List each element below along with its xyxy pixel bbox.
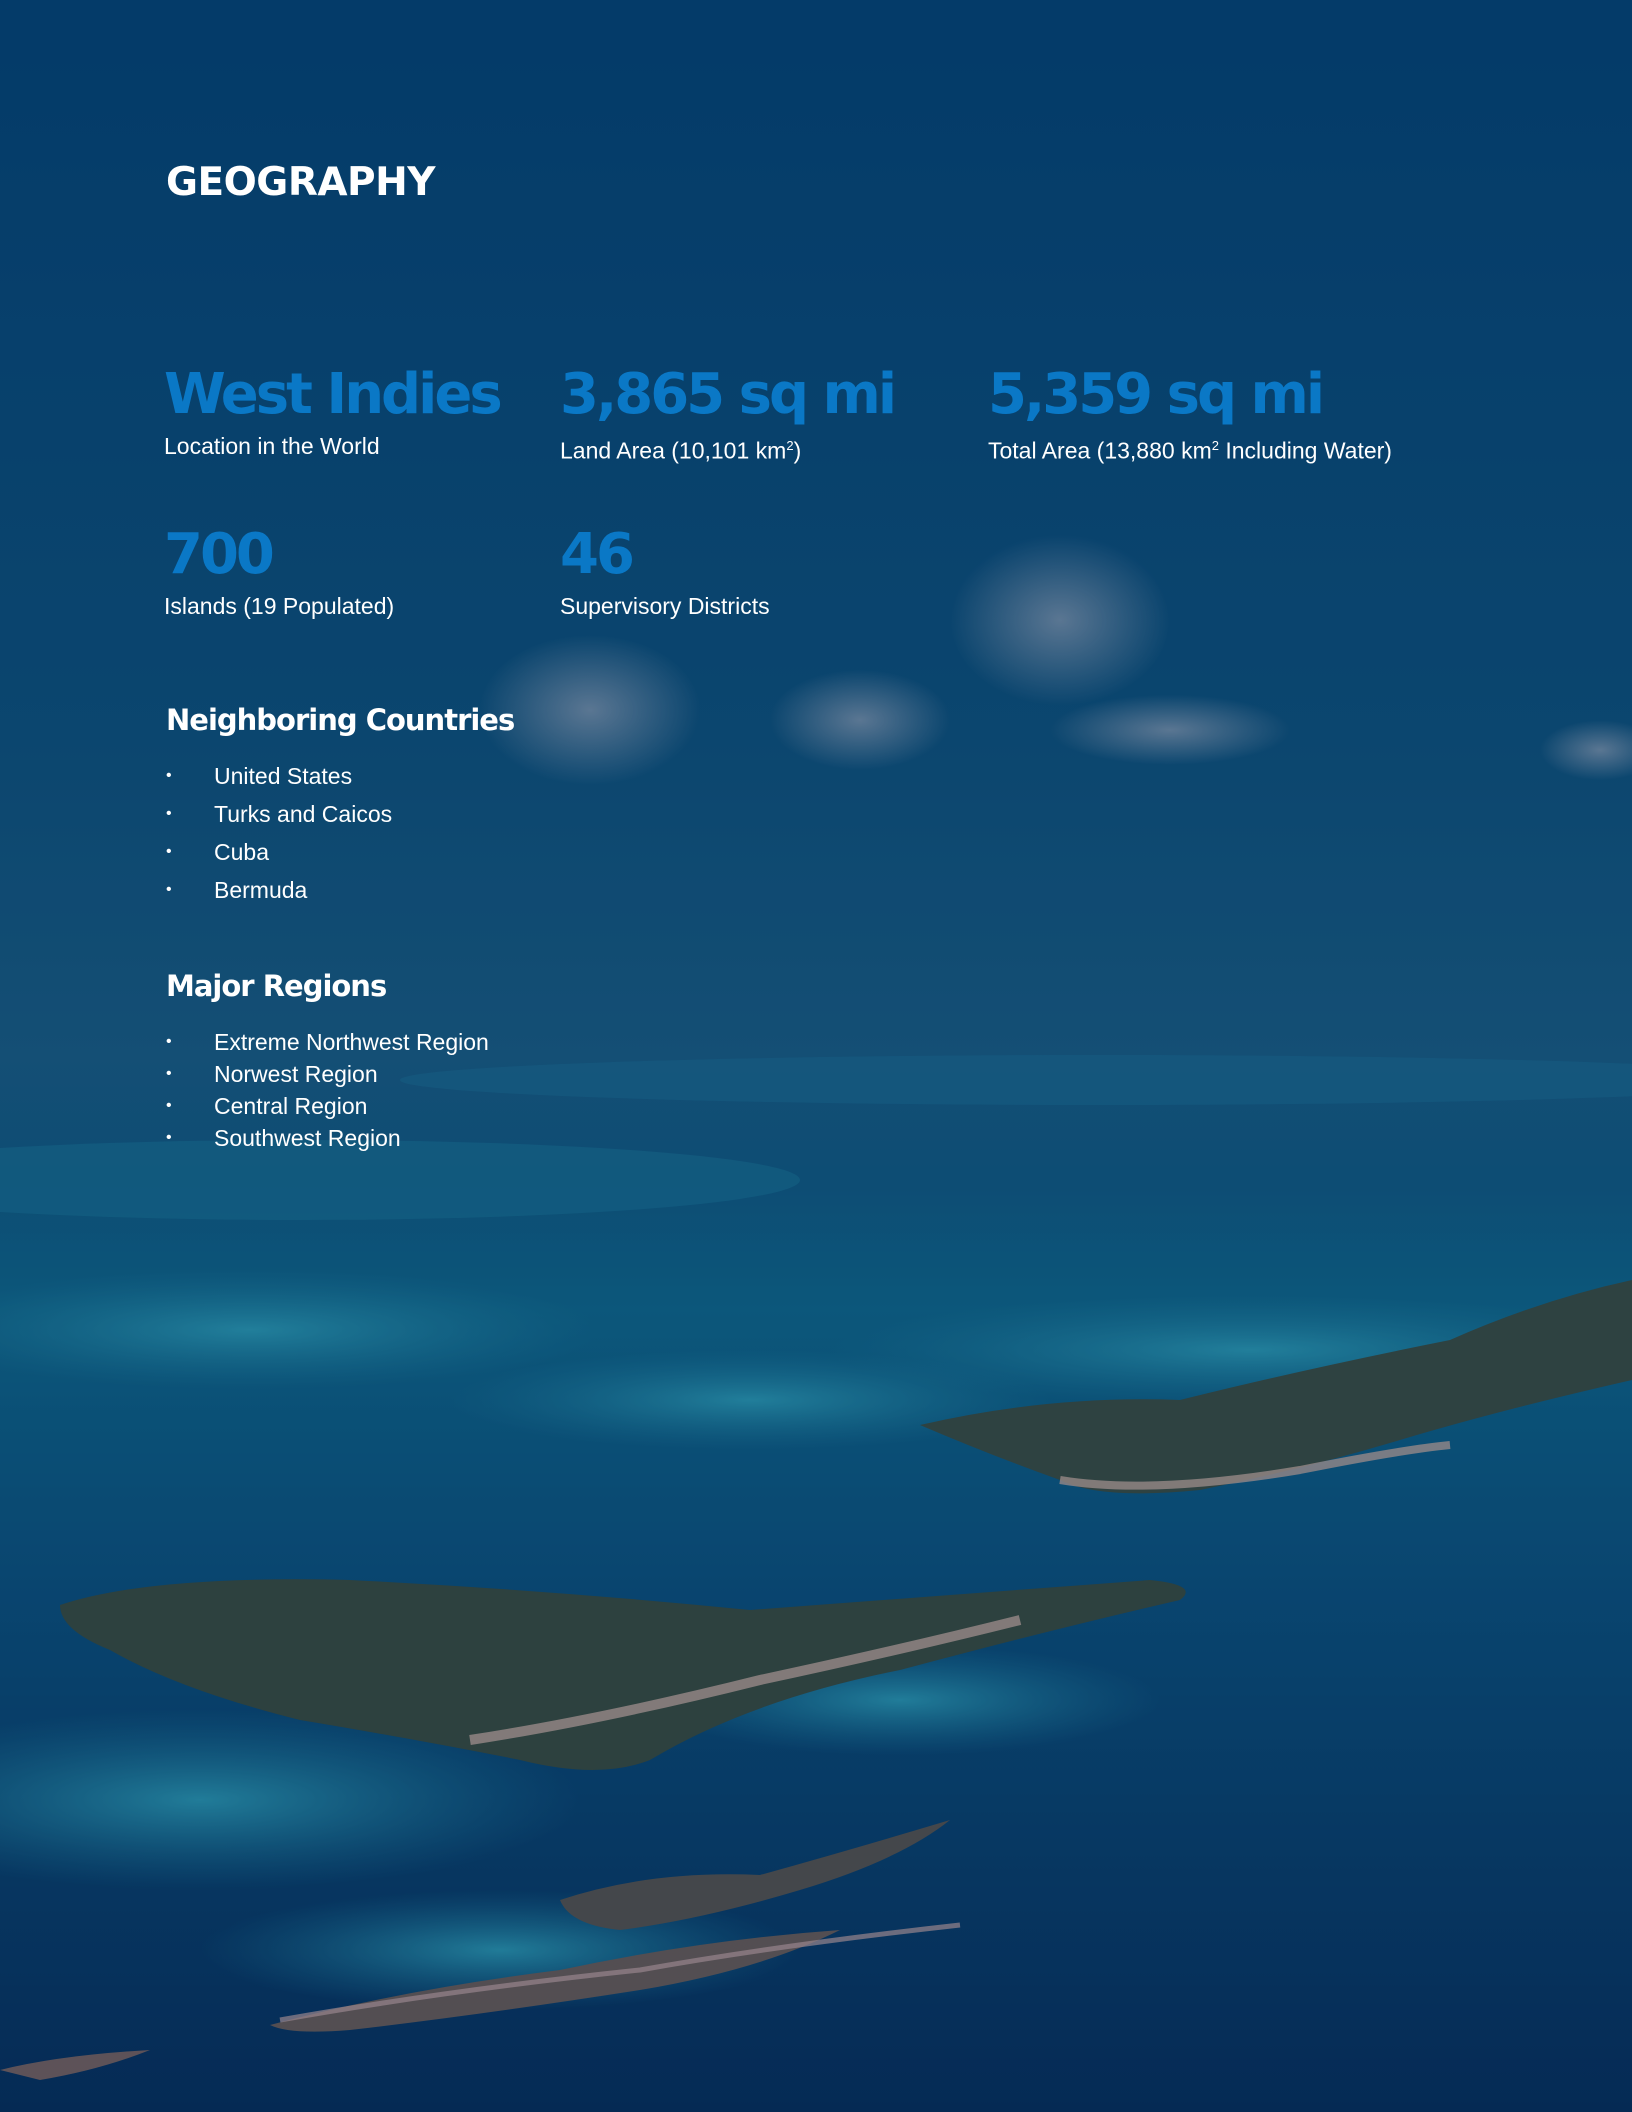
stat-location: West Indies Location in the World xyxy=(164,360,503,461)
list-item: • Cuba xyxy=(166,833,392,871)
bullet-icon: • xyxy=(166,1033,172,1050)
bullet-icon: • xyxy=(166,1065,172,1082)
stat-location-value: West Indies xyxy=(164,362,503,427)
stat-districts: 46 Supervisory Districts xyxy=(560,520,770,621)
stat-islands-label: Islands (19 Populated) xyxy=(164,593,395,619)
stat-location-label: Location in the World xyxy=(164,433,380,459)
stat-total-area-value: 5,359 sq mi xyxy=(988,362,1325,427)
superscript-two: 2 xyxy=(786,438,794,453)
stat-land-area-value: 3,865 sq mi xyxy=(560,362,897,427)
major-regions-list: • Extreme Northwest Region • Norwest Regio… xyxy=(166,1026,489,1154)
bullet-icon: • xyxy=(166,881,172,898)
geography-page: GEOGRAPHY West Indies Location in the Wo… xyxy=(0,0,1632,2112)
list-item: • Extreme Northwest Region xyxy=(166,1026,489,1058)
stat-land-area: 3,865 sq mi Land Area (10,101 km2) xyxy=(560,360,897,466)
list-item: • Southwest Region xyxy=(166,1122,489,1154)
page-title: GEOGRAPHY xyxy=(166,160,436,205)
list-item: • Norwest Region xyxy=(166,1058,489,1090)
bullet-icon: • xyxy=(166,1129,172,1146)
list-item: • Turks and Caicos xyxy=(166,795,392,833)
stat-total-area: 5,359 sq mi Total Area (13,880 km2 Inclu… xyxy=(988,360,1392,466)
stat-total-area-label-suffix: Including Water) xyxy=(1218,437,1392,464)
list-item: • United States xyxy=(166,757,392,795)
bullet-icon: • xyxy=(166,843,172,860)
stat-land-area-label-text: Land Area (10,101 km xyxy=(560,437,787,464)
stat-districts-value: 46 xyxy=(560,522,635,587)
major-regions-heading: Major Regions xyxy=(166,969,387,1003)
neighboring-countries-list: • United States • Turks and Caicos • Cuba •… xyxy=(166,757,392,909)
stat-land-area-label-suffix: ) xyxy=(793,437,802,464)
list-item: • Bermuda xyxy=(166,871,392,909)
neighboring-countries-heading: Neighboring Countries xyxy=(166,703,515,737)
bullet-icon: • xyxy=(166,1097,172,1114)
stat-total-area-label-text: Total Area (13,880 km xyxy=(988,437,1212,464)
superscript-two: 2 xyxy=(1211,438,1219,453)
bullet-icon: • xyxy=(166,767,172,784)
list-item: • Central Region xyxy=(166,1090,489,1122)
stat-islands-value: 700 xyxy=(164,522,275,587)
stat-islands: 700 Islands (19 Populated) xyxy=(164,520,394,621)
stat-districts-label: Supervisory Districts xyxy=(560,593,770,619)
stat-total-area-label: Total Area (13,880 km2 Including Water) xyxy=(988,431,1392,466)
bullet-icon: • xyxy=(166,805,172,822)
stat-land-area-label: Land Area (10,101 km2) xyxy=(560,431,894,466)
